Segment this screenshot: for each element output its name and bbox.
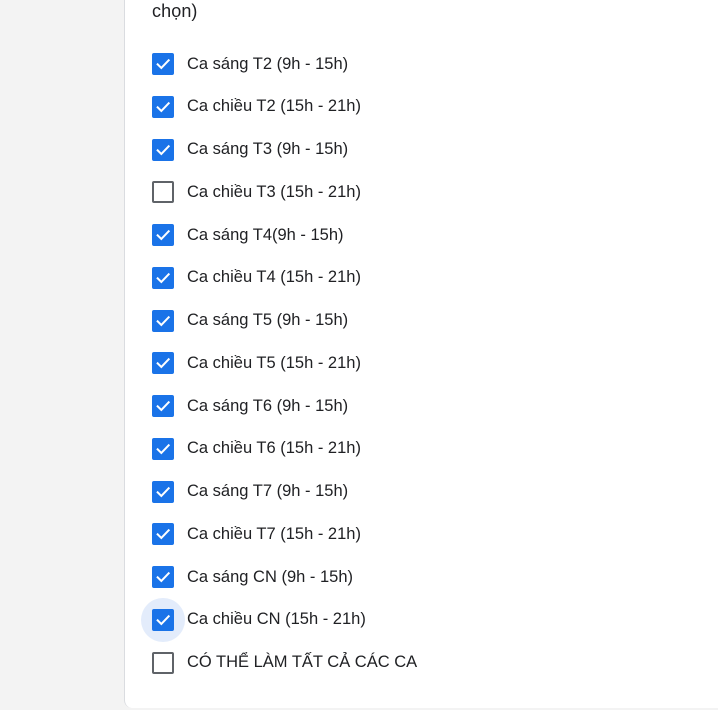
checkbox-option[interactable]: Ca sáng T3 (9h - 15h) (141, 129, 348, 171)
checkbox-option[interactable]: Ca chiều T2 (15h - 21h) (141, 86, 361, 128)
checkbox-option-label: Ca chiều T3 (15h - 21h) (187, 182, 361, 201)
checkbox-checked[interactable] (152, 224, 174, 246)
checkbox-focus-ring[interactable] (141, 597, 185, 642)
checkmark-icon (156, 58, 171, 70)
checkbox-option[interactable]: Ca sáng T5 (9h - 15h) (141, 300, 348, 342)
checkbox-option[interactable]: Ca chiều CN (15h - 21h) (141, 597, 366, 642)
checkbox-checked[interactable] (152, 437, 174, 460)
checkbox-hit-area[interactable] (141, 470, 185, 514)
checkmark-icon (156, 315, 171, 326)
checkbox-option[interactable]: Ca chiều T6 (15h - 21h) (141, 428, 361, 470)
checkbox-hit-area[interactable] (141, 641, 185, 685)
checkbox-checked[interactable] (152, 95, 174, 118)
checkbox-option[interactable]: Ca sáng T7 (9h - 15h) (141, 471, 348, 513)
checkbox-hit-area[interactable] (141, 341, 185, 385)
checkbox-option-label: Ca sáng T6 (9h - 15h) (187, 396, 349, 415)
checkmark-icon (156, 529, 171, 540)
checkbox-option[interactable]: Ca chiều T4 (15h - 21h) (141, 257, 361, 299)
checkbox-option-label: Ca chiều T6 (15h - 21h) (187, 439, 361, 458)
checkmark-icon (156, 614, 171, 626)
checkbox-option[interactable]: Ca sáng T4(9h - 15h) (141, 214, 344, 256)
checkbox-unchecked[interactable] (152, 181, 174, 204)
checkbox-hit-area[interactable] (141, 85, 185, 129)
checkbox-option[interactable]: Ca chiều T3 (15h - 21h) (141, 171, 361, 213)
checkmark-icon (156, 358, 171, 369)
checkbox-hit-area[interactable] (141, 299, 185, 343)
checkbox-option-label: Ca chiều T5 (15h - 21h) (187, 353, 361, 372)
checkmark-icon (156, 571, 171, 583)
checkbox-option-label: Ca sáng T3 (9h - 15h) (187, 140, 349, 158)
checkmark-icon (156, 229, 171, 241)
checkbox-hit-area[interactable] (141, 427, 185, 471)
checkbox-option-label: CÓ THỂ LÀM TẤT CẢ CÁC CA (187, 653, 418, 671)
checkbox-checked[interactable] (152, 395, 174, 417)
checkmark-icon (156, 272, 171, 284)
checkbox-option-label: Ca sáng T2 (9h - 15h) (187, 54, 349, 73)
checkbox-option-label: Ca chiều T2 (15h - 21h) (187, 97, 361, 116)
checkbox-hit-area[interactable] (141, 42, 185, 86)
checkbox-checked[interactable] (152, 309, 174, 332)
checkbox-option[interactable]: Ca chiều T5 (15h - 21h) (141, 342, 361, 384)
checkbox-hit-area[interactable] (141, 170, 185, 214)
checkbox-option-label: Ca sáng T4(9h - 15h) (187, 225, 344, 244)
checkbox-hit-area[interactable] (141, 512, 185, 556)
checkbox-option-label: Ca chiều T7 (15h - 21h) (187, 524, 361, 543)
checkbox-option-label: Ca sáng CN (9h - 15h) (187, 567, 353, 586)
checkmark-icon (156, 144, 171, 155)
checkbox-option-label: Ca chiều CN (15h - 21h) (187, 610, 366, 629)
checkbox-unchecked[interactable] (152, 651, 174, 674)
checkmark-icon (156, 400, 171, 412)
checkbox-checked[interactable] (152, 266, 174, 289)
checkbox-hit-area[interactable] (141, 128, 185, 172)
checkbox-checked[interactable] (152, 523, 174, 546)
checkbox-checked[interactable] (152, 138, 174, 161)
checkbox-hit-area[interactable] (141, 213, 185, 257)
checkbox-option[interactable]: CÓ THỂ LÀM TẤT CẢ CÁC CA (141, 642, 417, 684)
checkbox-checked[interactable] (152, 608, 174, 631)
checkmark-icon (156, 101, 171, 113)
checkbox-hit-area[interactable] (141, 384, 185, 428)
checkbox-option[interactable]: Ca sáng T2 (9h - 15h) (141, 43, 348, 85)
checkmark-icon (156, 443, 171, 455)
checkbox-hit-area[interactable] (141, 256, 185, 300)
checkbox-option[interactable]: Ca chiều T7 (15h - 21h) (141, 513, 361, 555)
checkbox-hit-area[interactable] (141, 555, 185, 599)
checkbox-option[interactable]: Ca sáng CN (9h - 15h) (141, 556, 353, 598)
question-title-tail: chọn) (152, 1, 198, 21)
checkbox-checked[interactable] (152, 566, 174, 588)
checkbox-option[interactable]: Ca sáng T6 (9h - 15h) (141, 385, 348, 427)
checkbox-option-label: Ca chiều T4 (15h - 21h) (187, 268, 361, 287)
checkbox-checked[interactable] (152, 352, 174, 375)
checkmark-icon (156, 486, 171, 497)
checkbox-checked[interactable] (152, 53, 174, 75)
checkbox-option-label: Ca sáng T7 (9h - 15h) (187, 482, 349, 500)
checkbox-checked[interactable] (152, 480, 174, 503)
checkbox-option-label: Ca sáng T5 (9h - 15h) (187, 311, 349, 329)
